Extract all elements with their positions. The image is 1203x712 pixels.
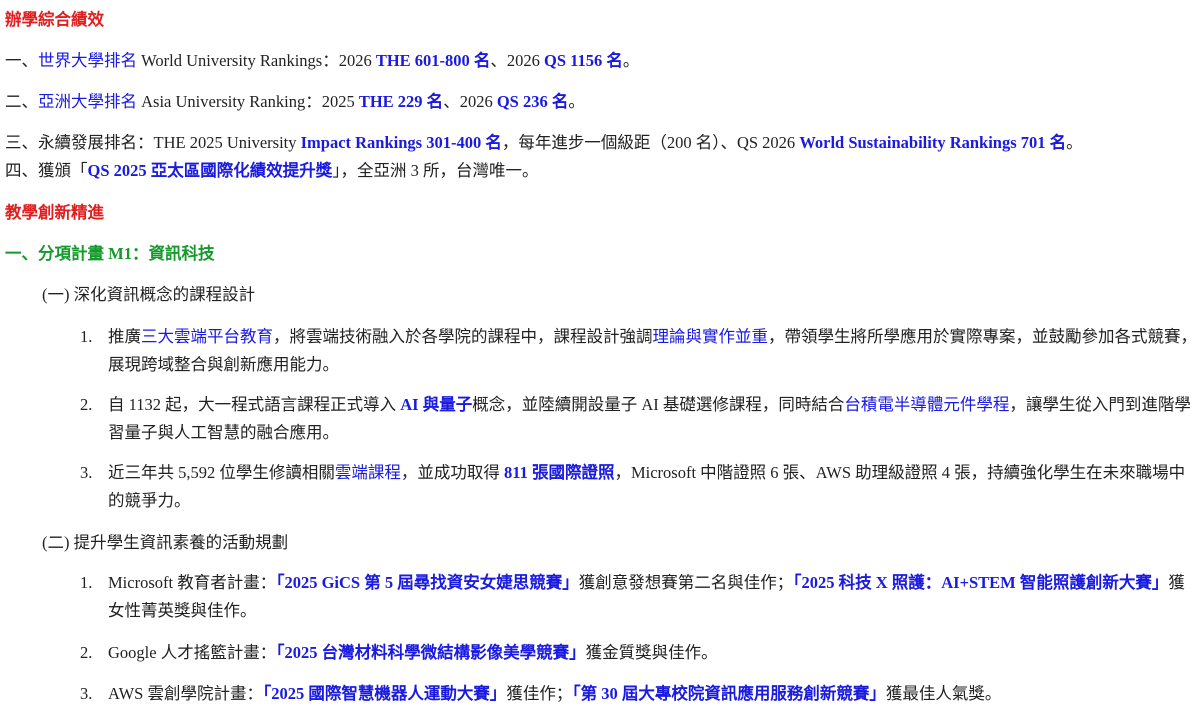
world-sustainability-rankings: World Sustainability Rankings 701 名 (799, 133, 1067, 152)
innovation-heading: 教學創新精進 (5, 203, 104, 222)
list-item: 1. 推廣三大雲端平台教育，將雲端技術融入於各學院的課程中，課程設計強調理論與實… (80, 323, 1198, 379)
text-segment: 近三年共 5,592 位學生修讀相關 (108, 463, 335, 482)
asia-ranking-the: THE 229 名 (358, 92, 444, 111)
subsection-activity-planning: (二) 提升學生資訊素養的活動規劃 (42, 533, 289, 552)
sustainability-end: 。 (1066, 133, 1083, 152)
highlight-theory-practice: 理論與實作並重 (652, 327, 769, 346)
list-item: 1. Microsoft 教育者計畫：「2025 GiCS 第 5 屆尋找資安女… (80, 569, 1198, 625)
text-segment: Google 人才搖籃計畫： (108, 643, 277, 662)
world-ranking-sep: 、2026 (490, 51, 545, 70)
text-segment: Microsoft 教育者計畫： (108, 573, 277, 592)
text-segment: AWS 雲創學院計畫： (108, 684, 263, 703)
asia-ranking-sep: 、2026 (443, 92, 497, 111)
impact-rankings: Impact Rankings 301-400 名 (300, 133, 502, 152)
list-item-text: Google 人才搖籃計畫：「2025 台灣材料科學微結構影像美學競賽」獲金質獎… (108, 639, 1198, 667)
world-ranking-the: THE 601-800 名 (375, 51, 491, 70)
list-item: 3. 近三年共 5,592 位學生修讀相關雲端課程，並成功取得 811 張國際證… (80, 459, 1198, 515)
highlight-cloud-courses: 雲端課程 (334, 463, 401, 482)
list-item-text: Microsoft 教育者計畫：「2025 GiCS 第 5 屆尋找資安女婕思競… (108, 569, 1198, 625)
sustainability-ranking-line: 三、永續發展排名：THE 2025 University Impact Rank… (5, 132, 1083, 154)
text-segment: 自 1132 起，大一程式語言課程正式導入 (108, 395, 401, 414)
m1-heading: 一、分項計畫 M1：資訊科技 (5, 244, 215, 263)
world-ranking-text: World University Rankings：2026 (137, 51, 376, 70)
highlight-ai-stem-competition: 「2025 科技 X 照護：AI+STEM 智能照護創新大賽」 (793, 573, 1169, 592)
text-segment: 獲創意發想賽第二名與佳作； (578, 573, 794, 592)
sustainability-text-2: ，每年進步一個級距（200 名）、QS 2026 (501, 133, 800, 152)
qs-award-text-2: 」，全亞洲 3 所，台灣唯一。 (332, 161, 539, 180)
list-item: 2. 自 1132 起，大一程式語言課程正式導入 AI 與量子概念，並陸續開設量… (80, 391, 1198, 447)
text-segment: 推廣 (108, 327, 141, 346)
highlight-certificates: 811 張國際證照 (504, 463, 615, 482)
world-ranking-line: 一、世界大學排名 World University Rankings：2026 … (5, 50, 639, 72)
performance-heading: 辦學綜合績效 (5, 10, 104, 29)
subsection-course-design: (一) 深化資訊概念的課程設計 (42, 285, 256, 304)
list-item-text: 推廣三大雲端平台教育，將雲端技術融入於各學院的課程中，課程設計強調理論與實作並重… (108, 323, 1198, 379)
list-item-text: AWS 雲創學院計畫：「2025 國際智慧機器人運動大賽」獲佳作；「第 30 屆… (108, 680, 1198, 708)
highlight-robot-competition: 「2025 國際智慧機器人運動大賽」 (262, 684, 507, 703)
world-ranking-link[interactable]: 世界大學排名 (38, 51, 137, 70)
text-segment: 概念，並陸續開設量子 AI 基礎選修課程，同時結合 (472, 395, 845, 414)
qs-award-name: QS 2025 亞太區國際化績效提升獎 (87, 161, 333, 180)
asia-ranking-prefix: 二、 (5, 92, 38, 111)
list-item-text: 近三年共 5,592 位學生修讀相關雲端課程，並成功取得 811 張國際證照，M… (108, 459, 1198, 515)
asia-ranking-text: Asia University Ranking：2025 (137, 92, 359, 111)
list-item: 2. Google 人才搖籃計畫：「2025 台灣材料科學微結構影像美學競賽」獲… (80, 639, 1198, 667)
sustainability-text: 三、永續發展排名：THE 2025 University (5, 133, 301, 152)
asia-ranking-line: 二、亞洲大學排名 Asia University Ranking：2025 TH… (5, 91, 585, 113)
world-ranking-end: 。 (622, 51, 640, 70)
highlight-tsmc-program: 台積電半導體元件學程 (844, 395, 1010, 414)
asia-ranking-end: 。 (568, 92, 585, 111)
list-item-number: 2. (80, 643, 93, 662)
list-item: 3. AWS 雲創學院計畫：「2025 國際智慧機器人運動大賽」獲佳作；「第 3… (80, 680, 1198, 708)
list-item-number: 2. (80, 395, 93, 414)
highlight-ai-quantum: AI 與量子 (400, 395, 473, 414)
highlight-gics-competition: 「2025 GiCS 第 5 屆尋找資安女婕思競賽」 (276, 573, 579, 592)
world-ranking-qs: QS 1156 名 (544, 51, 623, 70)
qs-award-text: 四、獲頒「 (5, 161, 88, 180)
world-ranking-prefix: 一、 (5, 51, 38, 70)
qs-award-line: 四、獲頒「QS 2025 亞太區國際化績效提升獎」，全亞洲 3 所，台灣唯一。 (5, 160, 539, 182)
highlight-info-service-competition: 「第 30 屆大專校院資訊應用服務創新競賽」 (572, 684, 886, 703)
asia-ranking-qs: QS 236 名 (496, 92, 569, 111)
highlight-cloud-platforms: 三大雲端平台教育 (141, 327, 273, 346)
text-segment: 獲金質獎與佳作。 (585, 643, 718, 662)
text-segment: 獲佳作； (506, 684, 573, 703)
text-segment: ，並成功取得 (400, 463, 504, 482)
text-segment: ，將雲端技術融入於各學院的課程中，課程設計強調 (273, 327, 653, 346)
list-item-text: 自 1132 起，大一程式語言課程正式導入 AI 與量子概念，並陸續開設量子 A… (108, 391, 1198, 447)
text-segment: 獲最佳人氣獎。 (885, 684, 1002, 703)
list-item-number: 3. (80, 684, 93, 703)
asia-ranking-link[interactable]: 亞洲大學排名 (38, 92, 137, 111)
highlight-materials-competition: 「2025 台灣材料科學微結構影像美學競賽」 (276, 643, 586, 662)
list-item-number: 1. (80, 573, 93, 592)
list-item-number: 3. (80, 463, 93, 482)
list-item-number: 1. (80, 327, 93, 346)
